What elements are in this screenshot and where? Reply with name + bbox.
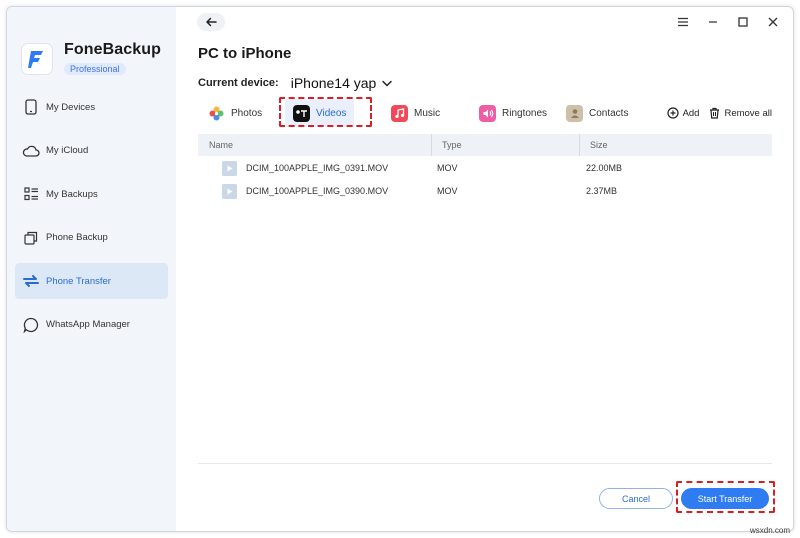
- table-row[interactable]: DCIM_100APPLE_IMG_0390.MOV MOV 2.37MB: [198, 180, 772, 202]
- hamburger-icon: [678, 17, 688, 27]
- column-header-type[interactable]: Type: [431, 134, 462, 156]
- chat-bubble-icon: [22, 316, 40, 334]
- tab-label: Ringtones: [502, 107, 548, 119]
- current-device-row: Current device: iPhone14 yap: [198, 75, 393, 91]
- watermark: wsxdn.com: [749, 526, 790, 535]
- tab-label: Photos: [231, 107, 263, 119]
- cancel-button[interactable]: Cancel: [599, 488, 673, 509]
- file-size: 2.37MB: [586, 186, 618, 196]
- minimize-button[interactable]: [705, 14, 721, 30]
- maximize-button[interactable]: [735, 14, 751, 30]
- tab-label: Music: [414, 107, 441, 119]
- close-button[interactable]: [765, 14, 781, 30]
- sidebar-item-my-devices[interactable]: My Devices: [15, 89, 168, 125]
- file-name: DCIM_100APPLE_IMG_0390.MOV: [246, 186, 389, 196]
- menu-button[interactable]: [675, 14, 691, 30]
- column-header-size[interactable]: Size: [579, 134, 608, 156]
- sidebar-item-my-backups[interactable]: My Backups: [15, 176, 168, 212]
- tab-label: Contacts: [589, 107, 629, 119]
- category-tabs: Photos Videos Music Ringtones Contacts A…: [198, 97, 772, 127]
- music-icon: [391, 104, 408, 122]
- column-header-name[interactable]: Name: [209, 134, 233, 156]
- sidebar-item-label: Phone Backup: [46, 232, 108, 243]
- file-table: Name Type Size DCIM_100APPLE_IMG_0391.MO…: [198, 134, 772, 202]
- chevron-down-icon: [382, 80, 393, 86]
- start-transfer-button[interactable]: Start Transfer: [681, 488, 769, 509]
- tab-ringtones[interactable]: Ringtones: [479, 99, 547, 127]
- cloud-icon: [22, 142, 40, 160]
- app-name: FoneBackup: [64, 41, 162, 58]
- video-file-icon: [222, 160, 237, 176]
- arrow-left-icon: [206, 17, 217, 27]
- window-controls: [675, 14, 781, 30]
- list-icon: [22, 185, 40, 203]
- file-type: MOV: [437, 186, 458, 196]
- close-icon: [768, 17, 778, 27]
- sidebar-nav: My Devices My iCloud My Backups Phone Ba…: [15, 89, 168, 350]
- brand: FoneBackup Professional: [21, 41, 161, 77]
- minimize-icon: [709, 21, 717, 23]
- photos-icon: [208, 105, 225, 122]
- add-label: Add: [682, 107, 700, 119]
- device-select[interactable]: iPhone14 yap: [291, 75, 393, 91]
- edition-badge: Professional: [64, 63, 126, 75]
- maximize-icon: [738, 17, 748, 27]
- sidebar-item-label: WhatsApp Manager: [46, 319, 130, 330]
- device-name: iPhone14 yap: [290, 75, 377, 91]
- add-button[interactable]: Add: [666, 107, 700, 119]
- table-header: Name Type Size: [198, 134, 772, 156]
- apple-tv-icon: [293, 104, 310, 122]
- tab-contacts[interactable]: Contacts: [566, 99, 628, 127]
- video-file-icon: [222, 183, 237, 199]
- sidebar-item-label: My Devices: [46, 101, 96, 113]
- tab-videos[interactable]: Videos: [285, 99, 355, 127]
- sidebar-item-phone-transfer[interactable]: Phone Transfer: [15, 263, 168, 299]
- sidebar-item-label: Phone Transfer: [46, 275, 111, 287]
- sidebar-item-label: My Backups: [46, 188, 98, 200]
- app-window: FoneBackup Professional My Devices My iC…: [6, 6, 794, 532]
- current-device-label: Current device:: [198, 77, 279, 89]
- back-button[interactable]: [197, 13, 225, 31]
- trash-icon: [710, 107, 720, 119]
- sidebar: FoneBackup Professional My Devices My iC…: [7, 7, 176, 531]
- phone-icon: [22, 98, 40, 116]
- sidebar-item-whatsapp-manager[interactable]: WhatsApp Manager: [15, 307, 168, 343]
- transfer-arrows-icon: [22, 272, 40, 290]
- copy-icon: [22, 229, 40, 247]
- remove-all-button[interactable]: Remove all: [709, 107, 772, 119]
- file-type: MOV: [437, 163, 458, 173]
- footer-divider: [198, 463, 772, 464]
- tab-actions: Add Remove all: [657, 99, 772, 127]
- speaker-icon: [479, 104, 496, 122]
- tab-label: Videos: [316, 107, 347, 119]
- plus-circle-icon: [666, 107, 679, 119]
- tab-music[interactable]: Music: [391, 99, 440, 127]
- fonebackup-logo-icon: [21, 43, 53, 75]
- tab-photos[interactable]: Photos: [208, 99, 262, 127]
- sidebar-item-my-icloud[interactable]: My iCloud: [15, 133, 168, 169]
- main-panel: PC to iPhone Current device: iPhone14 ya…: [176, 7, 793, 531]
- contacts-icon: [566, 104, 583, 122]
- remove-all-label: Remove all: [724, 107, 772, 119]
- page-title: PC to iPhone: [198, 45, 292, 62]
- sidebar-item-label: My iCloud: [46, 145, 89, 156]
- sidebar-item-phone-backup[interactable]: Phone Backup: [15, 220, 168, 256]
- file-name: DCIM_100APPLE_IMG_0391.MOV: [246, 163, 389, 173]
- file-size: 22.00MB: [586, 163, 623, 173]
- table-row[interactable]: DCIM_100APPLE_IMG_0391.MOV MOV 22.00MB: [198, 157, 772, 179]
